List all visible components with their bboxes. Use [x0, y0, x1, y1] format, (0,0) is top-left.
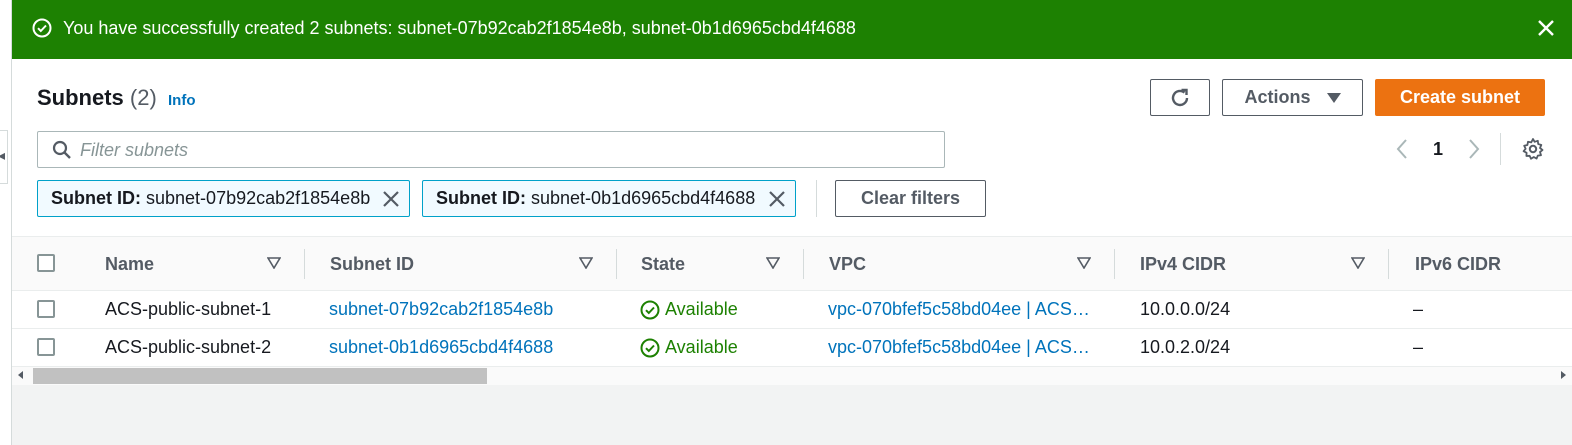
ipv6-cidr: – — [1413, 337, 1424, 357]
subnet-id-link[interactable]: subnet-07b92cab2f1854e8b — [329, 291, 553, 328]
chevron-left-icon: ◂ — [0, 147, 6, 163]
check-circle-icon — [640, 300, 660, 320]
horizontal-scrollbar[interactable] — [12, 367, 1572, 385]
clear-filters-button[interactable]: Clear filters — [835, 180, 986, 217]
page-number[interactable]: 1 — [1426, 139, 1450, 160]
row-checkbox[interactable] — [37, 338, 55, 356]
column-divider[interactable] — [803, 249, 804, 279]
create-subnet-button[interactable]: Create subnet — [1375, 79, 1545, 116]
left-gutter: ◂ — [0, 0, 12, 445]
column-header-name[interactable]: Name — [105, 237, 154, 291]
filter-token: Subnet ID: subnet-07b92cab2f1854e8b — [37, 180, 410, 217]
subnet-id-link[interactable]: subnet-0b1d6965cbd4f4688 — [329, 329, 553, 366]
column-header-ipv6-cidr[interactable]: IPv6 CIDR — [1415, 237, 1501, 291]
vpc-link[interactable]: vpc-070bfef5c58bd04ee | ACS… — [828, 291, 1090, 328]
chevron-right-icon[interactable] — [1464, 137, 1484, 161]
filter-token-key: Subnet ID: — [51, 188, 141, 208]
refresh-icon — [1171, 88, 1189, 106]
ipv4-cidr: 10.0.2.0/24 — [1140, 337, 1231, 357]
gear-icon[interactable] — [1521, 137, 1545, 161]
chevron-left-icon[interactable] — [1392, 137, 1412, 161]
search-icon — [52, 140, 71, 159]
subnets-container: Subnets (2) Info Actions Create subnet 1… — [12, 59, 1572, 385]
caret-down-icon — [1326, 92, 1341, 103]
close-icon[interactable] — [767, 189, 787, 209]
sort-icon[interactable] — [766, 257, 780, 269]
filter-token-value: subnet-07b92cab2f1854e8b — [146, 188, 371, 208]
column-divider[interactable] — [1114, 249, 1115, 279]
column-header-ipv4-cidr[interactable]: IPv4 CIDR — [1140, 237, 1226, 291]
scroll-left-arrow-icon[interactable] — [18, 371, 23, 379]
row-checkbox[interactable] — [37, 300, 55, 318]
actions-button[interactable]: Actions — [1222, 79, 1363, 116]
pager-divider — [1500, 133, 1501, 165]
subnet-name: ACS-public-subnet-2 — [105, 337, 272, 357]
sort-icon[interactable] — [1077, 257, 1091, 269]
filter-divider — [816, 180, 817, 217]
search-input[interactable] — [80, 136, 930, 164]
filter-token-key: Subnet ID: — [436, 188, 526, 208]
table-header: Name Subnet ID State VPC IPv4 CIDR IPv6 … — [12, 236, 1572, 291]
sort-icon[interactable] — [579, 257, 593, 269]
side-nav-toggle[interactable]: ◂ — [0, 130, 8, 184]
column-divider[interactable] — [616, 249, 617, 279]
sort-icon[interactable] — [1351, 257, 1365, 269]
filter-token: Subnet ID: subnet-0b1d6965cbd4f4688 — [422, 180, 796, 217]
flash-message: You have successfully created 2 subnets:… — [63, 18, 856, 38]
vpc-link[interactable]: vpc-070bfef5c58bd04ee | ACS… — [828, 329, 1090, 366]
subnet-name: ACS-public-subnet-1 — [105, 299, 272, 319]
state-available: Available — [665, 299, 738, 319]
filter-search-box — [37, 131, 945, 168]
page-title: Subnets (2) — [37, 85, 157, 111]
sort-icon[interactable] — [267, 257, 281, 269]
ipv6-cidr: – — [1413, 299, 1424, 319]
column-header-vpc[interactable]: VPC — [829, 237, 866, 291]
page-title-text: Subnets — [37, 85, 124, 110]
column-header-subnet-id[interactable]: Subnet ID — [330, 237, 414, 291]
select-all-checkbox[interactable] — [37, 254, 55, 272]
check-circle-icon — [640, 338, 660, 358]
table-row[interactable]: ACS-public-subnet-2 subnet-0b1d6965cbd4f… — [12, 329, 1572, 367]
column-divider[interactable] — [1388, 249, 1389, 279]
check-circle-icon — [32, 18, 52, 38]
state-available: Available — [665, 337, 738, 357]
info-link[interactable]: Info — [168, 92, 196, 109]
refresh-button[interactable] — [1150, 79, 1210, 116]
column-divider[interactable] — [304, 249, 305, 279]
ipv4-cidr: 10.0.0.0/24 — [1140, 299, 1231, 319]
close-icon[interactable] — [1534, 16, 1558, 40]
scroll-right-arrow-icon[interactable] — [1561, 371, 1566, 379]
filter-token-value: subnet-0b1d6965cbd4f4688 — [531, 188, 756, 208]
scrollbar-thumb[interactable] — [33, 368, 487, 384]
actions-label: Actions — [1244, 87, 1311, 107]
table-row[interactable]: ACS-public-subnet-1 subnet-07b92cab2f185… — [12, 291, 1572, 329]
close-icon[interactable] — [381, 189, 401, 209]
success-flash-banner: You have successfully created 2 subnets:… — [12, 0, 1572, 59]
column-header-state[interactable]: State — [641, 237, 685, 291]
subnet-count: (2) — [129, 85, 157, 110]
